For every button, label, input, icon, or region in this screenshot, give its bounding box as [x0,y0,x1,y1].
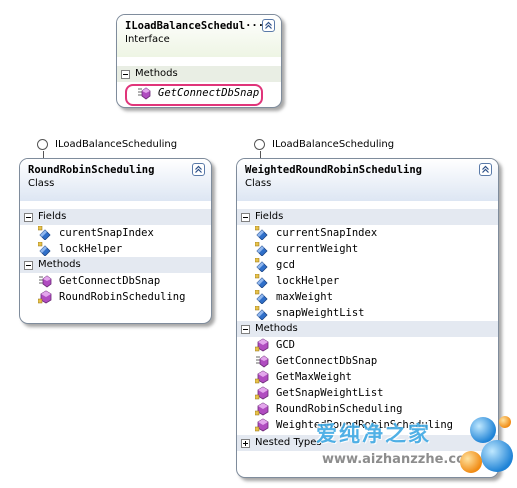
interface-lollipop-right: ILoadBalanceScheduling [254,139,394,150]
class-kind: Class [245,178,272,189]
field-icon [255,290,269,304]
interface-header: ILoadBalanceSchedul··· Interface [117,15,281,57]
method-label: GCD [276,339,295,351]
interface-title: ILoadBalanceSchedul··· [125,20,265,32]
highlight-ring [125,84,263,106]
collapse-toggle-icon[interactable] [241,212,250,222]
method-label: GetSnapWeightList [276,387,384,399]
collapse-toggle-icon[interactable] [241,324,250,334]
field-label: maxWeight [276,291,333,303]
method-label: GetMaxWeight [276,371,352,383]
section-label: Nested Types [255,437,322,448]
method-icon [255,338,269,352]
section-label: Methods [255,323,298,334]
field-icon [38,242,52,256]
lollipop-label: ILoadBalanceScheduling [55,139,178,150]
method-label: WeightedRoundRobinScheduling [276,419,454,431]
field-label: currentSnapIndex [276,227,378,239]
interface-methods-list: GetConnectDbSnap [117,82,281,107]
fields-section[interactable]: Fields [20,209,211,225]
collapse-chevron-icon[interactable] [262,19,275,32]
class-title: RoundRobinScheduling [28,164,155,176]
method-label: RoundRobinScheduling [276,403,403,415]
method-icon [38,290,52,304]
method-icon [255,370,269,384]
section-label: Fields [255,211,284,222]
weighted-class-shape[interactable]: WeightedRoundRobinScheduling Class Field… [236,158,499,478]
field-label: snapWeightList [276,307,365,319]
method-label: GetConnectDbSnap [276,355,378,367]
methods-section[interactable]: Methods [20,257,211,273]
method-item[interactable]: GetMaxWeight [237,369,498,385]
method-item[interactable]: GetConnectDbSnap [237,353,498,369]
method-label: RoundRobinScheduling [59,291,186,303]
method-label: GetConnectDbSnap [59,275,161,287]
methods-section[interactable]: Methods [237,321,498,337]
field-label: currentWeight [276,243,359,255]
field-icon [255,258,269,272]
field-item[interactable]: curentSnapIndex [20,225,211,241]
field-item[interactable]: currentSnapIndex [237,225,498,241]
interface-method-icon [255,354,269,368]
field-label: gcd [276,259,295,271]
field-label: lockHelper [276,275,340,287]
interface-methods-section[interactable]: Methods [117,66,281,82]
method-icon [255,402,269,416]
method-icon [255,418,269,432]
method-item[interactable]: RoundRobinScheduling [237,401,498,417]
field-item[interactable]: lockHelper [237,273,498,289]
fields-list: currentSnapIndex currentWeight gcd lockH… [237,225,498,321]
class-title: WeightedRoundRobinScheduling [245,164,423,176]
nested-types-section[interactable]: Nested Types [237,435,498,451]
interface-method-icon [38,274,52,288]
expand-toggle-icon[interactable] [241,438,250,448]
field-item[interactable]: snapWeightList [237,305,498,321]
methods-list: GCD GetConnectDbSnap GetMaxWeight GetSna… [237,337,498,433]
field-item[interactable]: currentWeight [237,241,498,257]
lollipop-label: ILoadBalanceScheduling [272,139,395,150]
collapse-toggle-icon[interactable] [121,69,130,79]
section-label: Methods [135,68,178,79]
collapse-chevron-icon[interactable] [192,163,205,176]
interface-kind: Interface [125,34,170,45]
method-item[interactable]: WeightedRoundRobinScheduling [237,417,498,433]
field-item[interactable]: lockHelper [20,241,211,257]
class-header: RoundRobinScheduling Class [20,159,211,201]
field-icon [255,226,269,240]
lollipop-circle-icon [37,139,48,150]
interface-shape[interactable]: ILoadBalanceSchedul··· Interface Methods… [116,14,282,108]
class-header: WeightedRoundRobinScheduling Class [237,159,498,201]
collapse-chevron-icon[interactable] [479,163,492,176]
field-item[interactable]: maxWeight [237,289,498,305]
section-label: Methods [38,259,81,270]
field-label: curentSnapIndex [59,227,154,239]
method-item[interactable]: GetSnapWeightList [237,385,498,401]
collapse-toggle-icon[interactable] [24,260,33,270]
section-label: Fields [38,211,67,222]
method-item[interactable]: GCD [237,337,498,353]
field-icon [255,306,269,320]
method-icon [255,386,269,400]
class-kind: Class [28,178,55,189]
field-label: lockHelper [59,243,123,255]
fields-section[interactable]: Fields [237,209,498,225]
field-item[interactable]: gcd [237,257,498,273]
collapse-toggle-icon[interactable] [24,212,33,222]
method-item[interactable]: RoundRobinScheduling [20,289,211,305]
field-icon [255,274,269,288]
method-item[interactable]: GetConnectDbSnap [20,273,211,289]
interface-lollipop-left: ILoadBalanceScheduling [37,139,177,150]
field-icon [255,242,269,256]
lollipop-circle-icon [254,139,265,150]
round-robin-class-shape[interactable]: RoundRobinScheduling Class Fields curent… [19,158,212,324]
field-icon [38,226,52,240]
